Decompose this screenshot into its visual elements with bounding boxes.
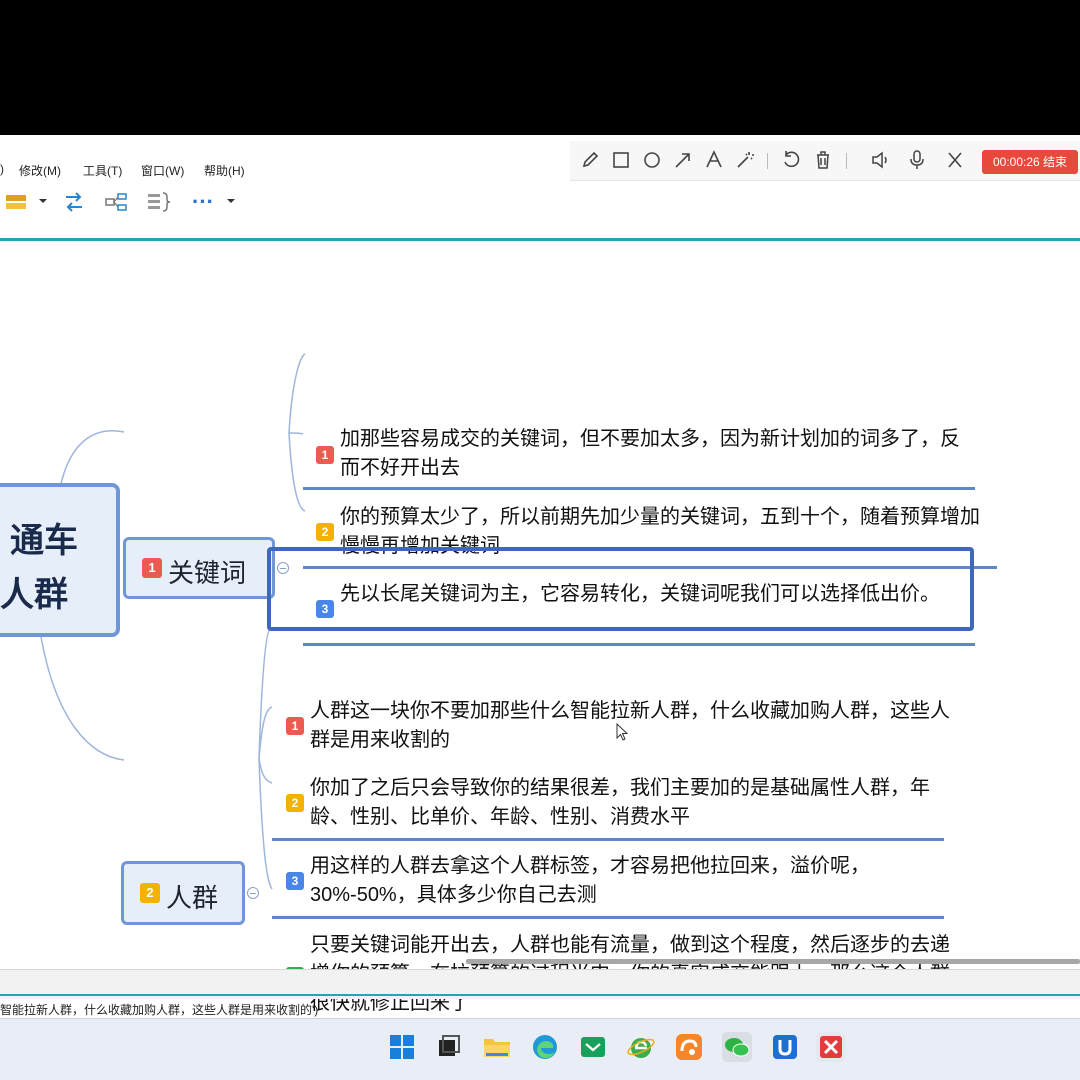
- menu-item-help[interactable]: 帮助(H): [204, 162, 245, 179]
- undo-icon[interactable]: [781, 149, 801, 171]
- priority-1-icon: 1: [142, 558, 162, 578]
- audience-item-3[interactable]: 用这样的人群去拿这个人群标签，才容易把他拉回来，溢价呢，30%-50%，具体多少…: [310, 852, 940, 910]
- audience-item-1[interactable]: 人群这一块你不要加那些什么智能拉新人群，什么收藏加购人群，这些人群是用来收割的: [310, 697, 960, 755]
- xmind-icon[interactable]: [815, 1031, 847, 1063]
- ie-browser-icon[interactable]: [625, 1031, 657, 1063]
- priority-1-icon: 1: [316, 446, 334, 464]
- recorder-toolbar: 00:00:26 结束: [570, 141, 1080, 181]
- selected-topic-highlight[interactable]: [267, 547, 974, 631]
- audience-item-2[interactable]: 你加了之后只会导致你的结果很差，我们主要加的是基础属性人群，年龄、性别、比单价、…: [310, 774, 940, 832]
- circle-icon[interactable]: [642, 149, 662, 171]
- summary-icon[interactable]: [146, 191, 172, 213]
- rectangle-icon[interactable]: [611, 149, 631, 171]
- more-options-icon[interactable]: ···: [192, 189, 214, 215]
- mouse-cursor-icon: [616, 723, 629, 741]
- branch-underline: [272, 838, 944, 841]
- topic-audience[interactable]: 2 人群: [121, 861, 245, 925]
- structure-icon[interactable]: [104, 191, 128, 213]
- arrow-icon[interactable]: [673, 149, 693, 171]
- horizontal-scrollbar[interactable]: [466, 959, 1080, 964]
- wechat-icon[interactable]: [721, 1031, 753, 1063]
- task-view-icon[interactable]: [433, 1031, 465, 1063]
- file-explorer-icon[interactable]: [481, 1031, 513, 1063]
- collapse-toggle-icon[interactable]: [247, 887, 259, 899]
- mindmap-canvas[interactable]: 通车 人群 1 关键词 1 加那些容易成交的关键词，但不要加太多，因为新计划加的…: [0, 241, 1080, 1026]
- menu-bar: ) 修改(M) 工具(T) 窗口(W) 帮助(H) 00:00:26 结束: [0, 135, 1080, 181]
- text-icon[interactable]: [704, 149, 724, 171]
- priority-2-icon: 2: [140, 883, 160, 903]
- close-icon[interactable]: [945, 149, 965, 171]
- app-toolbar: ···: [0, 181, 1080, 239]
- root-topic-line1: 通车: [10, 522, 78, 560]
- priority-1-icon: 1: [286, 717, 304, 735]
- menu-item-partial[interactable]: ): [0, 162, 4, 176]
- menu-item-modify[interactable]: 修改(M): [19, 162, 61, 179]
- microphone-icon[interactable]: [907, 149, 927, 171]
- style-icon[interactable]: [4, 192, 28, 212]
- chevron-down-icon[interactable]: [38, 196, 48, 206]
- topic-keywords-label: 关键词: [168, 558, 247, 588]
- mail-app-icon[interactable]: [577, 1031, 609, 1063]
- root-topic-line2: 人群: [0, 576, 68, 614]
- toolbar-separator: [846, 153, 847, 169]
- priority-2-icon: 2: [316, 523, 334, 541]
- topic-keywords[interactable]: 1 关键词: [123, 537, 275, 599]
- security-app-icon[interactable]: [769, 1031, 801, 1063]
- trash-icon[interactable]: [813, 149, 833, 171]
- chevron-down-icon[interactable]: [226, 196, 236, 206]
- pen-icon[interactable]: [580, 149, 600, 171]
- status-divider: [0, 994, 1080, 996]
- root-topic[interactable]: 通车 人群: [0, 483, 120, 637]
- taskbar: [0, 1018, 1080, 1080]
- topic-audience-label: 人群: [166, 883, 219, 913]
- menu-item-tools[interactable]: 工具(T): [83, 162, 122, 179]
- uc-browser-icon[interactable]: [673, 1031, 705, 1063]
- windows-start-icon[interactable]: [386, 1031, 418, 1063]
- speaker-icon[interactable]: [870, 149, 890, 171]
- relationship-icon[interactable]: [62, 191, 86, 213]
- branch-underline: [272, 916, 944, 919]
- priority-3-icon: 3: [286, 872, 304, 890]
- toolbar-separator: [767, 153, 768, 169]
- recording-timer-stop-button[interactable]: 00:00:26 结束: [982, 150, 1078, 174]
- branch-underline: [303, 643, 975, 646]
- app-screen: ) 修改(M) 工具(T) 窗口(W) 帮助(H) 00:00:26 结束 ··…: [0, 135, 1080, 1080]
- status-text: 智能拉新人群，什么收藏加购人群，这些人群是用来收割的'): [0, 1003, 319, 1017]
- branch-underline: [303, 487, 975, 490]
- priority-2-icon: 2: [286, 794, 304, 812]
- menu-item-window[interactable]: 窗口(W): [141, 162, 184, 179]
- edge-browser-icon[interactable]: [529, 1031, 561, 1063]
- magic-wand-icon[interactable]: [735, 149, 755, 171]
- keyword-item-1[interactable]: 加那些容易成交的关键词，但不要加太多，因为新计划加的词多了，反而不好开出去: [340, 425, 970, 483]
